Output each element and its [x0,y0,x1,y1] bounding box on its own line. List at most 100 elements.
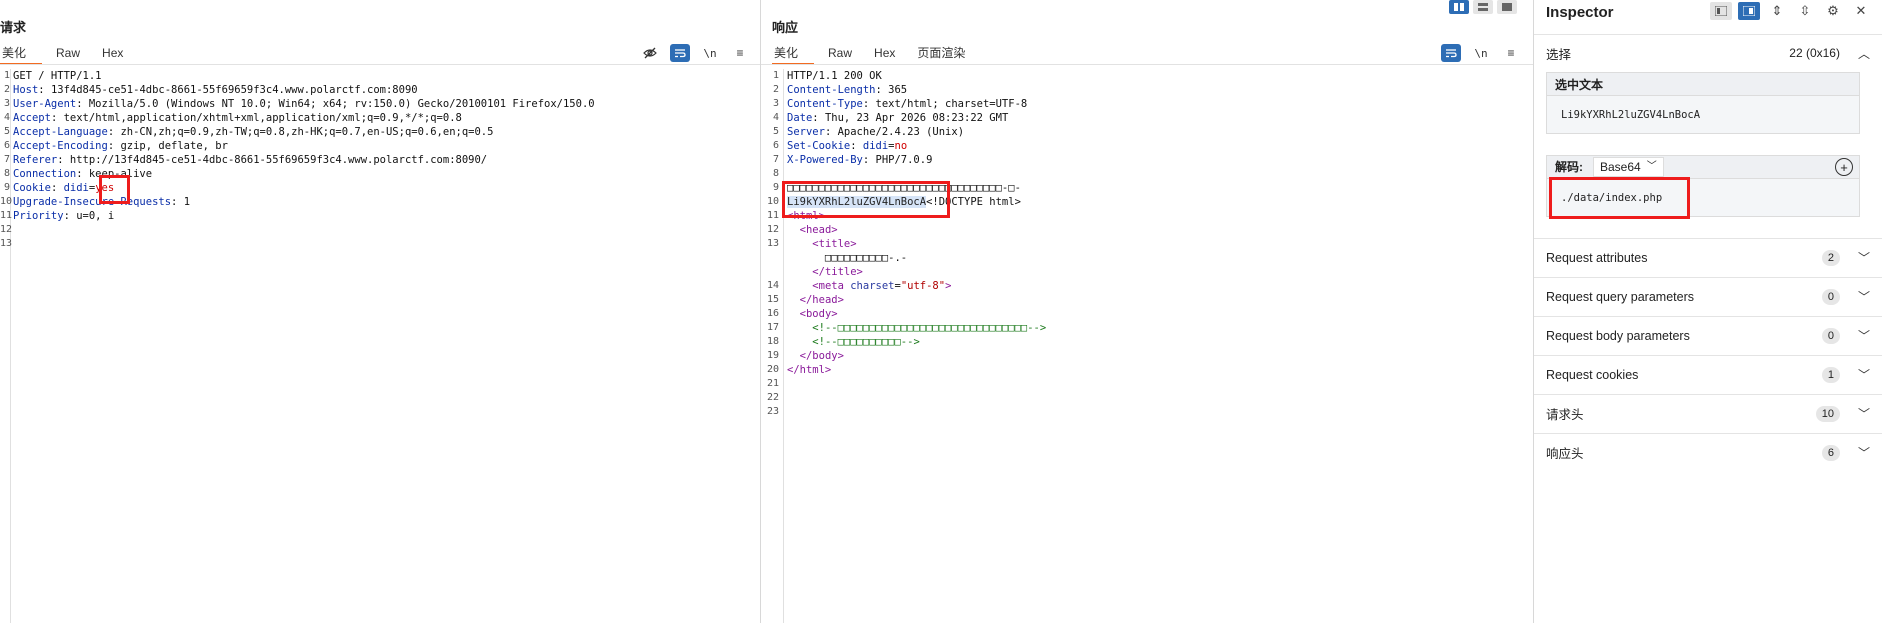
chevron-down-icon[interactable]: ﹀ [1858,288,1870,305]
inspector-row-label: Request query parameters [1546,289,1694,304]
line-number: 4 [772,112,779,123]
code-text: Referer: http://13f4d845-ce51-4dbc-8661-… [13,153,487,167]
inspector-row-label: 请求头 [1546,408,1584,422]
code-text: <!--□□□□□□□□□□□□□□□□□□□□□□□□□□□□□□--> [787,321,1046,335]
single-pane-icon[interactable] [1497,0,1517,14]
code-token: Priority [13,210,64,222]
line-number: 7 [772,154,779,165]
tab-hex[interactable]: Hex [868,43,911,63]
tab-raw[interactable]: Raw [814,43,868,63]
inspector-row[interactable]: 请求头 10 ﹀ [1534,394,1882,432]
split-rows-icon[interactable] [1473,0,1493,14]
split-columns-icon[interactable] [1449,0,1469,14]
list-view-icon[interactable] [1710,2,1732,20]
line-number: 9 [3,182,10,193]
line-number: 1 [772,70,779,81]
code-token: GET / HTTP/1.1 [13,70,102,82]
chevron-down-icon[interactable]: ﹀ [1858,366,1870,383]
tab-render[interactable]: 页面渲染 [911,43,981,63]
code-text: <title> [787,237,856,251]
selection-section[interactable]: 选择 22 (0x16) ︿ [1534,34,1882,72]
wrap-icon[interactable] [670,44,690,62]
code-token: : 365 [875,84,908,96]
code-token: : 1 [171,196,191,208]
count-badge: 0 [1821,327,1840,344]
code-token: charset [850,280,895,292]
chevron-down-icon[interactable]: ﹀ [1858,444,1870,461]
newline-icon[interactable]: \n [700,44,720,62]
code-text: Date: Thu, 23 Apr 2026 08:23:22 GMT [787,111,1008,125]
inspector-row[interactable]: Request query parameters 0 ﹀ [1534,277,1882,315]
line-number: 14 [766,280,779,291]
decode-type-select[interactable]: Base64 ﹀ [1593,157,1664,177]
code-text: <body> [787,307,838,321]
code-text: Accept: text/html,application/xhtml+xml,… [13,111,462,125]
code-token: </title> [812,266,863,278]
tab-pretty[interactable]: 美化 [772,43,815,65]
panel-view-icon[interactable] [1738,2,1760,20]
code-text: Server: Apache/2.4.23 (Unix) [787,125,964,139]
selected-text-value[interactable]: Li9kYXRhL2luZGV4LnBocA [1546,96,1860,134]
code-token: Cookie [13,182,51,194]
code-token: didi [63,182,89,194]
request-editor[interactable]: 1 GET / HTTP/1.1 2 Host: 13f4d845-ce51-4dbc… [0,69,760,623]
tab-hex[interactable]: Hex [96,43,139,63]
response-pane: 响应 美化 Raw Hex 页面渲染 \n ≡ 1 HTTP/1.1 200 OK… [761,0,1533,623]
line-number: 18 [766,336,779,347]
inspector-row[interactable]: Request attributes 2 ﹀ [1534,238,1882,276]
chevron-down-icon[interactable]: ﹀ [1858,327,1870,344]
code-token: Connection [13,168,77,180]
add-icon[interactable]: + [1835,158,1853,176]
line-number: 22 [766,392,779,403]
code-token: : [850,140,863,152]
menu-icon[interactable]: ≡ [1501,44,1521,62]
menu-icon[interactable]: ≡ [730,44,750,62]
line-number: 2 [772,84,779,95]
response-editor[interactable]: 1 HTTP/1.1 200 OK 2 Content-Length: 365 3 Con… [761,69,1533,623]
count-badge: 2 [1821,249,1840,266]
code-token: User-Agent [13,98,77,110]
close-icon[interactable]: ✕ [1850,2,1872,20]
code-token: Content-Type [787,98,863,110]
tab-raw[interactable]: Raw [42,43,96,63]
code-token: Server [787,126,825,138]
code-token: : 13f4d845-ce51-4dbc-8661-55f69659f3c4.w… [38,84,418,96]
inspector-row[interactable]: Request cookies 1 ﹀ [1534,355,1882,393]
tab-pretty[interactable]: 美化 [0,43,43,65]
code-token: : PHP/7.0.9 [862,154,933,166]
line-number: 10 [766,196,779,207]
line-number: 20 [766,364,779,375]
inspector-row-label: 响应头 [1546,447,1584,461]
chevron-down-icon[interactable]: ﹀ [1858,249,1870,266]
inspector-row-label: Request body parameters [1546,328,1690,343]
chevron-down-icon[interactable]: ﹀ [1858,405,1870,422]
code-token: </head> [799,294,844,306]
code-token: </html> [787,364,832,376]
code-token: > [945,280,952,292]
code-text: Priority: u=0, i [13,209,114,223]
code-token: didi [862,140,889,152]
line-number: 5 [772,126,779,137]
code-token: : Apache/2.4.23 (Unix) [824,126,965,138]
gear-icon[interactable]: ⚙ [1822,2,1844,20]
request-toolbar: \n ≡ [640,44,750,62]
code-text: <!--□□□□□□□□□□--> [787,335,919,349]
line-number: 10 [0,196,13,207]
wrap-icon[interactable] [1441,44,1461,62]
code-token: Upgrade-Insecure-Requests [13,196,172,208]
chevron-up-icon[interactable]: ︿ [1858,45,1870,62]
collapse-icon[interactable]: ⇳ [1794,2,1816,20]
selection-count: 22 (0x16) [1789,46,1840,60]
expand-icon[interactable]: ⇕ [1766,2,1788,20]
request-title: 请求 [0,20,27,35]
count-badge: 0 [1821,288,1840,305]
encoded-string-highlight [782,181,950,218]
eye-off-icon[interactable] [640,44,660,62]
newline-icon[interactable]: \n [1471,44,1491,62]
line-number: 6 [772,140,779,151]
code-text: Set-Cookie: didi=no [787,139,907,153]
inspector-row[interactable]: Request body parameters 0 ﹀ [1534,316,1882,354]
code-token: HTTP/1.1 200 OK [787,70,882,82]
inspector-row[interactable]: 响应头 6 ﹀ [1534,433,1882,471]
